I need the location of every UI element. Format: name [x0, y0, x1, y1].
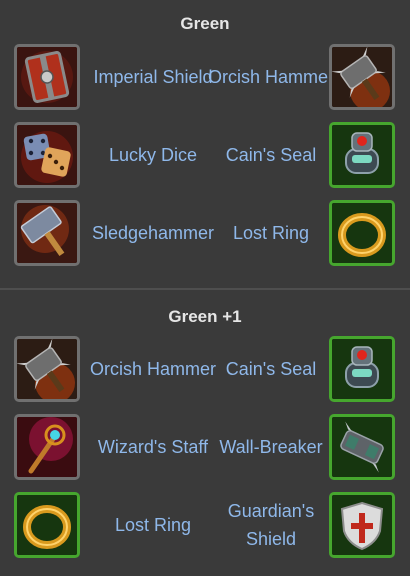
wall-breaker-icon[interactable]	[329, 414, 395, 480]
item-label: Orcish Hammer	[207, 67, 334, 87]
item-label: Lost Ring	[232, 223, 310, 243]
cains-seal-icon[interactable]	[329, 122, 395, 188]
orcish-hammer-icon[interactable]	[14, 336, 80, 402]
item-row: Orcish Hammer Cain's Seal	[0, 336, 410, 406]
orcish-hammer-icon[interactable]	[329, 44, 395, 110]
lost-ring-icon[interactable]	[329, 200, 395, 266]
item-label: Cain's Seal	[225, 359, 317, 379]
lost-ring-icon[interactable]	[14, 492, 80, 558]
section-title: Green +1	[168, 307, 242, 326]
item-row: Sledgehammer Lost Ring	[0, 200, 410, 270]
item-row: Wizard's Staff Wall-Breaker	[0, 414, 410, 484]
section-green: Green Imperial Shield Orcish Hammer Luck…	[0, 0, 410, 288]
wizards-staff-icon[interactable]	[14, 414, 80, 480]
imperial-shield-icon[interactable]	[14, 44, 80, 110]
item-row: Lucky Dice Cain's Seal	[0, 122, 410, 192]
item-label: Guardian's Shield	[227, 501, 315, 549]
item-row: Lost Ring Guardian's Shield	[0, 492, 410, 562]
cains-seal-icon[interactable]	[329, 336, 395, 402]
item-label: Wall-Breaker	[219, 437, 323, 457]
item-row: Imperial Shield Orcish Hammer	[0, 44, 410, 114]
lucky-dice-icon[interactable]	[14, 122, 80, 188]
item-label: Cain's Seal	[225, 145, 317, 165]
sledgehammer-icon[interactable]	[14, 200, 80, 266]
guardians-shield-icon[interactable]	[329, 492, 395, 558]
section-green-plus-1: Green +1 Orcish Hammer Cain's Seal Wizar…	[0, 290, 410, 576]
section-title: Green	[180, 14, 230, 33]
